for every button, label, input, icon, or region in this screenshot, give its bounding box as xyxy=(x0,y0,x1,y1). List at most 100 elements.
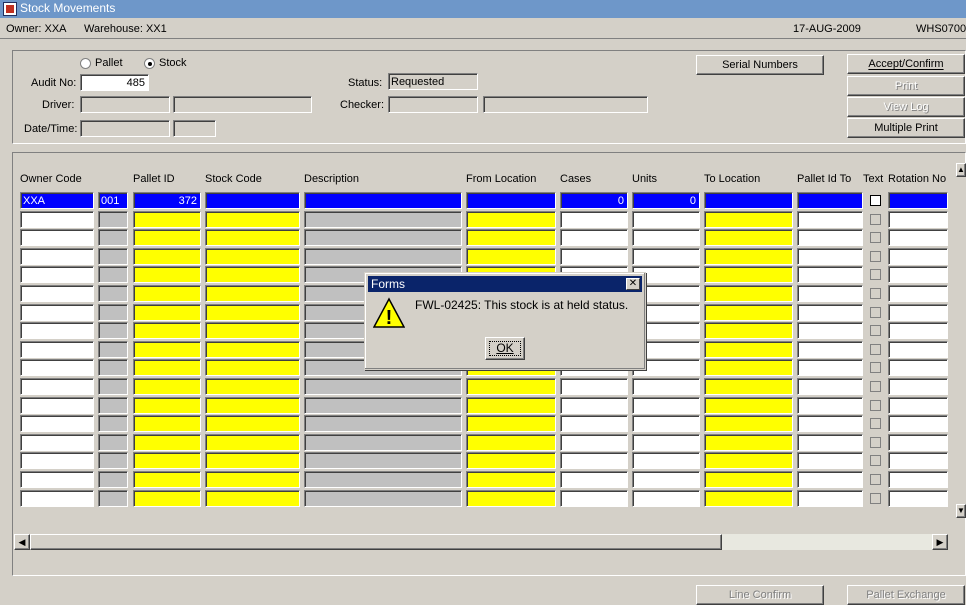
stock-code-cell[interactable] xyxy=(205,434,300,451)
to-location-cell[interactable] xyxy=(704,359,793,376)
rotation-no-cell[interactable] xyxy=(888,415,948,432)
seq-cell[interactable] xyxy=(98,304,128,321)
text-checkbox[interactable] xyxy=(870,325,881,336)
owner-code-cell[interactable] xyxy=(20,322,94,339)
rotation-no-cell[interactable] xyxy=(888,322,948,339)
scroll-left-icon[interactable]: ◀ xyxy=(14,534,30,550)
pallet-radio[interactable] xyxy=(80,58,91,69)
stock-code-cell[interactable] xyxy=(205,452,300,469)
seq-cell[interactable]: 001 xyxy=(98,192,128,209)
rotation-no-cell[interactable] xyxy=(888,192,948,209)
cases-cell[interactable] xyxy=(560,415,628,432)
pallet-id-cell[interactable] xyxy=(133,490,201,507)
print-button[interactable]: Print xyxy=(847,76,965,96)
text-checkbox[interactable] xyxy=(870,362,881,373)
time-field[interactable] xyxy=(173,120,216,137)
from-location-cell[interactable] xyxy=(466,471,556,488)
stock-code-cell[interactable] xyxy=(205,341,300,358)
to-location-cell[interactable] xyxy=(704,322,793,339)
to-location-cell[interactable] xyxy=(704,434,793,451)
from-location-cell[interactable] xyxy=(466,490,556,507)
pallet-id-cell[interactable] xyxy=(133,359,201,376)
checker-name-field[interactable] xyxy=(483,96,648,113)
from-location-cell[interactable] xyxy=(466,378,556,395)
pallet-id-to-cell[interactable] xyxy=(797,378,863,395)
pallet-id-to-cell[interactable] xyxy=(797,229,863,246)
driver-code-field[interactable] xyxy=(80,96,170,113)
units-cell[interactable] xyxy=(632,248,700,265)
cases-cell[interactable] xyxy=(560,248,628,265)
description-cell[interactable] xyxy=(304,415,462,432)
from-location-cell[interactable] xyxy=(466,229,556,246)
pallet-id-to-cell[interactable] xyxy=(797,266,863,283)
to-location-cell[interactable] xyxy=(704,490,793,507)
stock-code-cell[interactable] xyxy=(205,322,300,339)
pallet-id-cell[interactable] xyxy=(133,248,201,265)
multiple-print-button[interactable]: Multiple Print xyxy=(847,118,965,138)
from-location-cell[interactable] xyxy=(466,211,556,228)
owner-code-cell[interactable]: XXA xyxy=(20,192,94,209)
to-location-cell[interactable] xyxy=(704,304,793,321)
description-cell[interactable] xyxy=(304,229,462,246)
rotation-no-cell[interactable] xyxy=(888,378,948,395)
stock-code-cell[interactable] xyxy=(205,490,300,507)
units-cell[interactable] xyxy=(632,397,700,414)
text-checkbox[interactable] xyxy=(870,307,881,318)
pallet-id-to-cell[interactable] xyxy=(797,397,863,414)
pallet-id-cell[interactable] xyxy=(133,378,201,395)
stock-code-cell[interactable] xyxy=(205,266,300,283)
stock-code-cell[interactable] xyxy=(205,304,300,321)
seq-cell[interactable] xyxy=(98,248,128,265)
ok-button[interactable]: OK xyxy=(485,337,525,360)
rotation-no-cell[interactable] xyxy=(888,452,948,469)
seq-cell[interactable] xyxy=(98,490,128,507)
description-cell[interactable] xyxy=(304,471,462,488)
stock-code-cell[interactable] xyxy=(205,415,300,432)
seq-cell[interactable] xyxy=(98,415,128,432)
text-checkbox[interactable] xyxy=(870,437,881,448)
pallet-id-to-cell[interactable] xyxy=(797,471,863,488)
to-location-cell[interactable] xyxy=(704,211,793,228)
text-checkbox[interactable] xyxy=(870,288,881,299)
pallet-id-cell[interactable] xyxy=(133,415,201,432)
pallet-id-to-cell[interactable] xyxy=(797,192,863,209)
pallet-id-cell[interactable] xyxy=(133,322,201,339)
units-cell[interactable] xyxy=(632,415,700,432)
owner-code-cell[interactable] xyxy=(20,378,94,395)
cases-cell[interactable] xyxy=(560,452,628,469)
pallet-exchange-button[interactable]: Pallet Exchange xyxy=(847,585,965,605)
from-location-cell[interactable] xyxy=(466,434,556,451)
text-checkbox[interactable] xyxy=(870,418,881,429)
text-checkbox[interactable] xyxy=(870,232,881,243)
pallet-id-cell[interactable] xyxy=(133,266,201,283)
text-checkbox[interactable] xyxy=(870,455,881,466)
units-cell[interactable] xyxy=(632,378,700,395)
seq-cell[interactable] xyxy=(98,341,128,358)
seq-cell[interactable] xyxy=(98,322,128,339)
rotation-no-cell[interactable] xyxy=(888,490,948,507)
description-cell[interactable] xyxy=(304,397,462,414)
rotation-no-cell[interactable] xyxy=(888,266,948,283)
rotation-no-cell[interactable] xyxy=(888,211,948,228)
owner-code-cell[interactable] xyxy=(20,229,94,246)
pallet-id-cell[interactable] xyxy=(133,397,201,414)
from-location-cell[interactable] xyxy=(466,248,556,265)
stock-code-cell[interactable] xyxy=(205,397,300,414)
pallet-id-to-cell[interactable] xyxy=(797,452,863,469)
description-cell[interactable] xyxy=(304,248,462,265)
to-location-cell[interactable] xyxy=(704,341,793,358)
pallet-id-to-cell[interactable] xyxy=(797,211,863,228)
units-cell[interactable] xyxy=(632,229,700,246)
pallet-id-to-cell[interactable] xyxy=(797,434,863,451)
cases-cell[interactable] xyxy=(560,490,628,507)
cases-cell[interactable]: 0 xyxy=(560,192,628,209)
scroll-right-icon[interactable]: ▶ xyxy=(932,534,948,550)
cases-cell[interactable] xyxy=(560,397,628,414)
seq-cell[interactable] xyxy=(98,266,128,283)
vertical-scrollbar[interactable]: ▲ ▼ xyxy=(956,163,966,518)
text-checkbox[interactable] xyxy=(870,214,881,225)
units-cell[interactable] xyxy=(632,452,700,469)
from-location-cell[interactable] xyxy=(466,192,556,209)
owner-code-cell[interactable] xyxy=(20,452,94,469)
owner-code-cell[interactable] xyxy=(20,490,94,507)
